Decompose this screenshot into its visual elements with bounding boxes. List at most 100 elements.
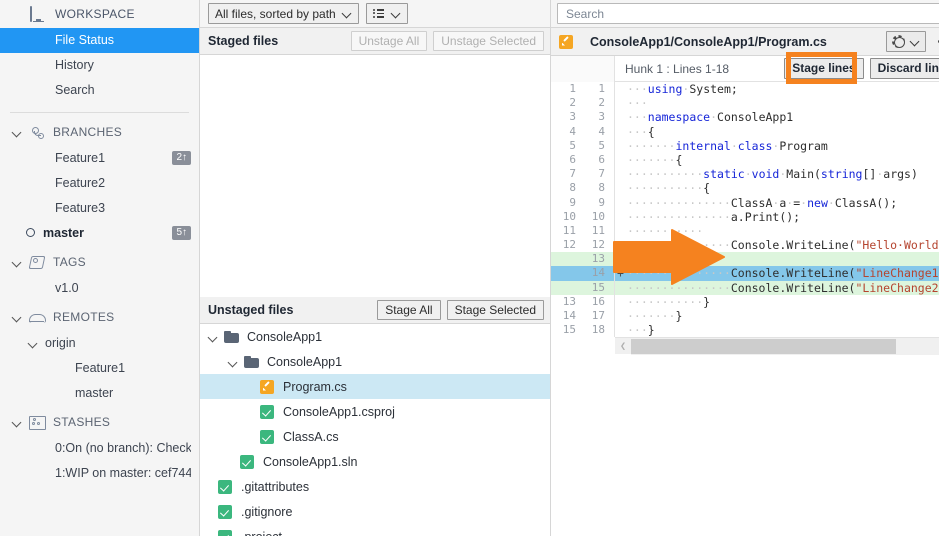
chevron-down-icon[interactable] [208,332,218,342]
list-item-program-cs[interactable]: Program.cs [200,374,550,399]
staged-files-list[interactable] [200,55,550,297]
diff-content[interactable]: 1 1 ···using·System; 2 2 ··· 3 3 ···namespace·… [551,82,939,536]
diff-line[interactable]: 3 3 ···namespace·ConsoleApp1 [551,110,939,125]
old-line-number: 5 [569,138,576,152]
list-item[interactable]: .project [200,524,550,536]
old-line-number: 13 [562,294,576,308]
added-file-icon [240,454,254,469]
diff-line[interactable]: 8 8 ···········{ [551,181,939,196]
scrollbar-track[interactable] [631,337,939,355]
stash-item-1[interactable]: 1:WIP on master: cef7440 [0,460,199,485]
unstaged-files-list[interactable]: ConsoleApp1 ConsoleApp1 Program.cs Conso… [200,324,550,536]
list-item[interactable]: ClassA.cs [200,424,550,449]
diff-line[interactable]: 4 4 ···{ [551,124,939,139]
sort-files-dropdown[interactable]: All files, sorted by path [208,3,359,24]
old-line-number: 11 [562,223,576,237]
remote-branch-master[interactable]: master [0,380,199,405]
branch-item-master[interactable]: master 5↑ [0,220,199,245]
stage-all-button[interactable]: Stage All [377,300,441,320]
diff-line[interactable]: 7 7 ···········static·void·Main(string[]·a… [551,167,939,182]
file-label: .gitattributes [241,479,310,494]
more-options-icon[interactable] [934,39,939,44]
branch-item-feature1[interactable]: Feature1 2↑ [0,145,199,170]
diff-line[interactable]: 14 17 ·······} [551,309,939,324]
list-item[interactable]: ConsoleApp1.csproj [200,399,550,424]
diff-panel: ConsoleApp1/ConsoleApp1/Program.cs Hunk … [551,0,939,536]
stash-item-0[interactable]: 0:On (no branch): Checkin [0,435,199,460]
chevron-left-icon[interactable]: ❮ [615,338,631,355]
diff-line[interactable]: 11 11 ··········· [551,223,939,239]
diff-horizontal-scrollbar[interactable]: ❮ ❯ [615,337,939,355]
search-bar [551,0,939,28]
diff-line[interactable]: 15 18 ···} [551,323,939,338]
diff-text: ·······} [627,309,683,323]
chevron-down-icon[interactable] [228,357,238,367]
diff-marker [615,224,626,238]
remote-branch-label: master [75,385,114,400]
new-line-number: 6 [583,152,615,168]
diff-line[interactable]: 6 6 ·······{ [551,152,939,168]
unstaged-files-title: Unstaged files [208,303,294,317]
diff-line-added[interactable]: 15 ···············Console.WriteLine("Line… [551,280,939,295]
diff-line[interactable]: 12 12 ···············Console.WriteLine("He… [551,238,939,253]
branch-item-feature3[interactable]: Feature3 [0,195,199,220]
chevron-down-icon [12,312,22,322]
new-line-number: 8 [583,181,615,196]
sidebar-section-stashes[interactable]: STASHES [0,409,199,435]
new-line-number: 3 [583,110,615,125]
stash-label: 1:WIP on master: cef7440 [55,465,191,480]
diff-line[interactable]: 13 16 ···········} [551,294,939,309]
chevron-down-icon [12,257,22,267]
sidebar-item-history[interactable]: History [0,53,199,78]
section-label-branches: BRANCHES [53,125,123,139]
sidebar-section-remotes[interactable]: REMOTES [0,304,199,330]
workspace-header: WORKSPACE [0,0,199,28]
list-item[interactable]: .gitignore [200,499,550,524]
new-line-number: 5 [583,138,615,153]
remote-item-origin[interactable]: origin [0,330,199,355]
new-line-number: 4 [583,124,615,139]
diff-line[interactable]: 10 10 ···············a.Print(); [551,209,939,224]
diff-settings-button[interactable] [885,31,926,52]
search-box[interactable] [557,3,939,24]
diff-line-selected[interactable]: 14 + ···············Console.WriteLine("Lin… [551,266,939,281]
list-item[interactable]: .gitattributes [200,474,550,499]
diff-line[interactable]: 1 1 ···using·System; [551,82,939,97]
added-file-icon [260,404,274,419]
branch-item-feature2[interactable]: Feature2 [0,170,199,195]
remote-branch-feature1[interactable]: Feature1 [0,355,199,380]
chevron-down-icon [392,9,401,18]
tag-item-v1-0[interactable]: v1.0 [0,275,199,300]
sidebar-item-file-status[interactable]: File Status [0,28,199,53]
view-mode-dropdown[interactable] [365,3,408,24]
diff-text: ···········static·void·Main(string[]·arg… [627,167,918,182]
diff-text: ···using·System; [627,82,738,96]
diff-line[interactable]: 9 9 ···············ClassA·a·=·new·ClassA()… [551,195,939,210]
sidebar-item-search[interactable]: Search [0,78,199,103]
list-item[interactable]: ConsoleApp1.sln [200,449,550,474]
search-input[interactable] [564,5,939,22]
diff-line-added[interactable]: 13 [551,252,939,267]
list-item[interactable]: ConsoleApp1 [200,349,550,374]
list-item[interactable]: ConsoleApp1 [200,324,550,349]
unstage-selected-button[interactable]: Unstage Selected [433,31,544,51]
diff-marker [615,125,626,139]
old-line-number: 8 [569,181,576,195]
discard-lines-button[interactable]: Discard lines [869,58,939,79]
sidebar-section-tags[interactable]: TAGS [0,249,199,275]
new-line-number: 17 [583,309,615,324]
diff-line[interactable]: 2 2 ··· [551,96,939,111]
sidebar-section-branches[interactable]: BRANCHES [0,119,199,145]
branch-ahead-badge: 5↑ [172,225,191,240]
new-line-number: 1 [583,82,615,97]
hunk-label: Hunk 1 : Lines 1-18 [625,61,730,76]
added-file-icon [218,529,232,536]
stage-selected-button[interactable]: Stage Selected [446,300,544,320]
unstage-all-button[interactable]: Unstage All [350,31,428,51]
diff-text [626,252,939,266]
diff-line[interactable]: 5 5 ·······internal·class·Program [551,138,939,153]
diff-marker [615,323,626,337]
scrollbar-thumb[interactable] [631,338,896,354]
stage-lines-button[interactable]: Stage lines [784,58,864,79]
diff-text: ···namespace·ConsoleApp1 [627,110,794,125]
